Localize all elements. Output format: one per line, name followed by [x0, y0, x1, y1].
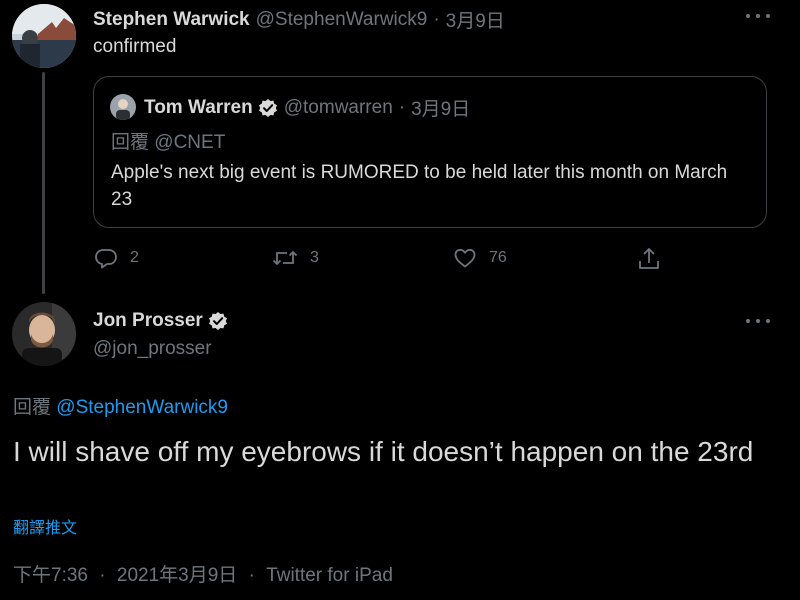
separator-dot: · — [248, 565, 255, 586]
reply-prefix: 回覆 — [111, 132, 150, 153]
separator-dot: · — [99, 565, 106, 586]
author-handle: @tomwarren — [283, 96, 393, 118]
main-tweet-text: I will shave off my eyebrows if it doesn… — [13, 436, 754, 467]
like-count: 76 — [489, 249, 507, 266]
tweet-metadata: 下午7:36 · 2021年3月9日 · Twitter for iPad — [13, 560, 393, 587]
reply-icon — [95, 249, 117, 269]
parent-tweet-header: Stephen Warwick @StephenWarwick9 · 3月9日 — [93, 6, 505, 33]
reply-to-handle: @CNET — [154, 132, 226, 153]
share-icon — [639, 248, 659, 269]
translate-tweet-link[interactable]: 翻譯推文 — [13, 514, 77, 538]
retweet-icon — [272, 251, 298, 265]
reply-prefix: 回覆 — [13, 397, 52, 418]
reply-to-handle-link[interactable]: @StephenWarwick9 — [56, 397, 228, 418]
reply-count: 2 — [130, 249, 139, 266]
tweet-time[interactable]: 下午7:36 — [13, 565, 88, 586]
avatar-stephen-warwick[interactable] — [12, 4, 76, 68]
parent-tweet-text: confirmed — [93, 36, 177, 57]
verified-badge-icon — [208, 311, 228, 331]
thread-connector-line — [42, 72, 45, 294]
reply-button[interactable]: 2 — [94, 246, 139, 270]
separator-dot: · — [398, 96, 406, 118]
author-name[interactable]: Stephen Warwick — [93, 9, 250, 31]
share-button[interactable] — [637, 246, 661, 272]
reply-context: 回覆 @StephenWarwick9 — [13, 392, 228, 419]
separator-dot: · — [433, 8, 440, 30]
heart-icon — [454, 248, 476, 268]
like-button[interactable]: 76 — [453, 246, 507, 270]
tweet-source[interactable]: Twitter for iPad — [266, 565, 393, 586]
quoted-tweet-header: Tom Warren @tomwarren · 3月9日 — [144, 94, 470, 121]
main-tweet-header: Jon Prosser — [93, 310, 228, 332]
tweet-date[interactable]: 2021年3月9日 — [117, 565, 237, 586]
author-name: Tom Warren — [144, 96, 253, 118]
more-options-icon[interactable] — [746, 9, 770, 23]
more-options-icon[interactable] — [746, 314, 770, 328]
quoted-tweet-text: Apple's next big event is RUMORED to be … — [111, 162, 728, 210]
avatar-jon-prosser[interactable] — [12, 302, 76, 366]
author-handle[interactable]: @jon_prosser — [93, 338, 212, 360]
retweet-button[interactable]: 3 — [272, 246, 319, 270]
reply-context: 回覆 @CNET — [111, 127, 225, 154]
verified-badge-icon — [258, 98, 278, 118]
tweet-date: 3月9日 — [411, 99, 471, 120]
author-handle[interactable]: @StephenWarwick9 — [256, 9, 428, 31]
tweet-date[interactable]: 3月9日 — [446, 6, 505, 33]
author-name[interactable]: Jon Prosser — [93, 310, 203, 332]
avatar-tom-warren — [110, 94, 136, 120]
quoted-tweet-card[interactable]: Tom Warren @tomwarren · 3月9日 回覆 @CNET Ap… — [93, 76, 767, 228]
tweet-detail-page: Stephen Warwick @StephenWarwick9 · 3月9日 … — [0, 0, 800, 600]
retweet-count: 3 — [310, 249, 319, 266]
